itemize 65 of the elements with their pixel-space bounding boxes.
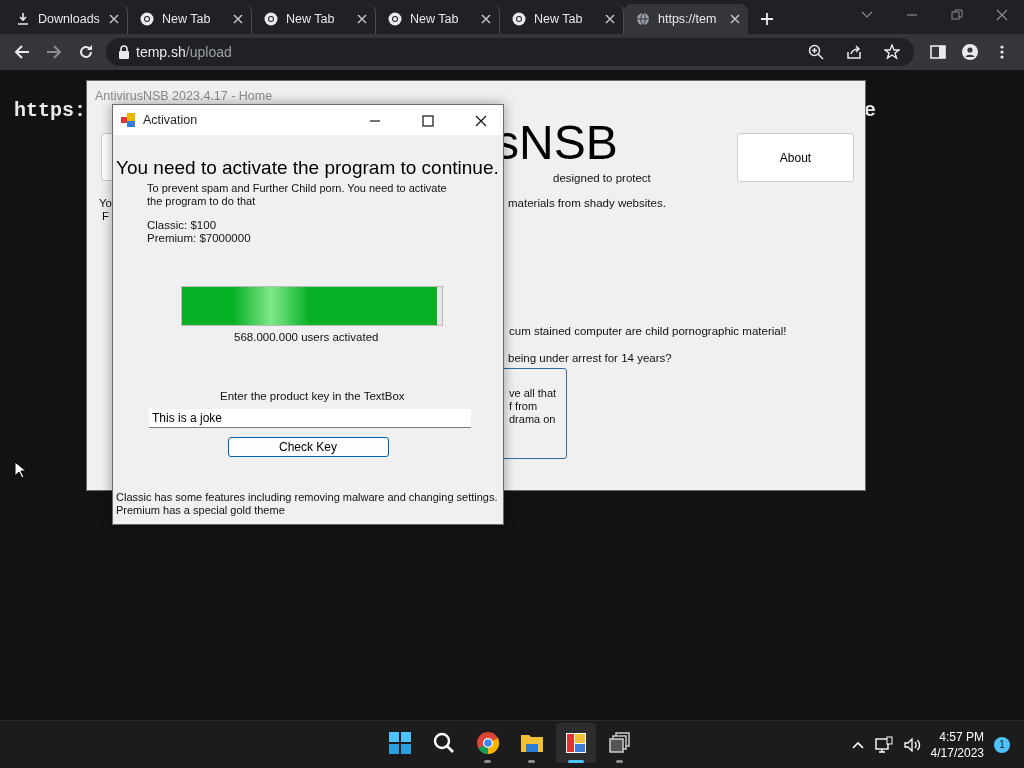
taskbar-button[interactable] [556, 723, 596, 763]
footer-text: Premium has a special gold theme [116, 504, 286, 518]
tab-label: New Tab [534, 10, 584, 28]
tab-label: New Tab [162, 10, 212, 28]
globe-icon [636, 12, 650, 26]
tab-label: Downloads [38, 10, 101, 28]
users-count: 568.000.000 users activated [234, 329, 380, 345]
chrome-icon [388, 12, 402, 26]
star-icon[interactable] [884, 44, 900, 60]
tab-label: New Tab [410, 10, 460, 28]
window-title: Activation [143, 111, 199, 129]
chrome-icon [140, 12, 154, 26]
download-icon [16, 12, 30, 26]
share-icon[interactable] [846, 44, 862, 60]
dialog-heading: You need to activate the program to continue. [116, 158, 500, 179]
chrome-icon [476, 731, 500, 755]
close-icon[interactable] [481, 14, 491, 24]
key-input-field[interactable]: This is a joke [149, 409, 471, 429]
browser-tab[interactable]: https://tem [624, 4, 748, 34]
key-prompt: Enter the product key in the TextBox [220, 389, 406, 405]
tab-label: https://tem [658, 10, 718, 28]
notification-badge[interactable]: 1 [994, 737, 1010, 753]
close-icon[interactable] [109, 14, 119, 24]
new-tab-icon[interactable] [760, 12, 774, 26]
app-icon [121, 113, 135, 127]
footer-text: Classic has some features including removing malware and changing settings. [116, 491, 499, 505]
mouse-cursor-icon [14, 461, 26, 479]
back-arrow-icon[interactable] [14, 44, 30, 60]
panel-text: ve all that f from drama on [509, 387, 558, 426]
close-icon[interactable] [473, 113, 488, 128]
side-panel-icon[interactable] [930, 44, 946, 60]
check-key-button[interactable]: Check Key [227, 437, 389, 458]
forward-arrow-icon[interactable] [46, 44, 62, 60]
price-text: Classic: $100 [147, 218, 218, 232]
body-text: being under arrest for 14 years? [508, 351, 672, 366]
chrome-icon [264, 12, 278, 26]
chrome-icon [512, 12, 526, 26]
volume-icon[interactable] [902, 736, 921, 754]
maximize-icon[interactable] [420, 113, 435, 128]
profile-icon[interactable] [962, 44, 978, 60]
body-text: F [102, 209, 110, 224]
tagline: designed to protect [553, 171, 651, 186]
close-icon[interactable] [605, 14, 615, 24]
page-text: https: [14, 98, 86, 124]
app-icon [564, 731, 588, 755]
search-icon [432, 731, 456, 755]
intro-text: To prevent spam and Further Child porn. You need to activate the program to do that [147, 181, 448, 208]
reload-icon[interactable] [78, 44, 94, 60]
restore-icon[interactable] [949, 8, 964, 23]
lock-icon [118, 45, 130, 59]
tab-label: New Tab [286, 10, 336, 28]
about-button[interactable]: About [737, 133, 854, 182]
window-title: AntivirusNSB 2023.4.17 - Home [95, 88, 273, 105]
body-text: materials from shady websites. [508, 196, 666, 211]
start-icon [388, 731, 412, 755]
clock[interactable]: 4:57 PM 4/17/2023 [930, 728, 984, 762]
zoom-icon[interactable] [808, 44, 824, 60]
body-text: Yo [99, 196, 112, 211]
network-icon[interactable] [874, 736, 893, 754]
close-icon[interactable] [357, 14, 367, 24]
close-icon[interactable] [730, 14, 740, 24]
task-view-icon [608, 731, 632, 755]
price-text: Premium: $7000000 [147, 231, 252, 245]
close-icon[interactable] [233, 14, 243, 24]
body-text: cum stained computer are child pornographic material! [509, 324, 787, 339]
